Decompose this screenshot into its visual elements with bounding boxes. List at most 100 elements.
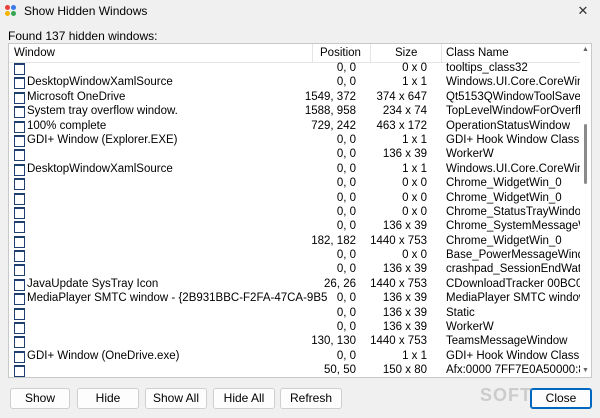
- close-icon[interactable]: ✕: [566, 0, 600, 22]
- cell-class: Chrome_StatusTrayWindow: [446, 205, 581, 218]
- table-row[interactable]: 0, 0 0 x 0 Chrome_WidgetWin_0: [9, 192, 581, 206]
- hide-all-button[interactable]: Hide All: [213, 388, 275, 409]
- cell-class: OperationStatusWindow: [446, 119, 571, 132]
- window-icon: [14, 77, 25, 90]
- table-row[interactable]: Microsoft OneDrive 1549, 372 374 x 647 Qt51…: [9, 91, 581, 105]
- cell-window: Microsoft OneDrive: [27, 90, 126, 103]
- cell-class: TopLevelWindowForOverflow...: [446, 105, 581, 118]
- cell-size: 136 x 39: [382, 263, 427, 276]
- scroll-down-icon[interactable]: ▼: [580, 365, 591, 377]
- cell-class: Windows.UI.Core.CoreWindow: [446, 162, 581, 175]
- cell-size: 136 x 39: [382, 220, 427, 233]
- cell-window: 100% complete: [27, 119, 107, 132]
- table-row[interactable]: 0, 0 0 x 0 tooltips_class32: [9, 62, 581, 76]
- window-icon: [14, 350, 25, 363]
- table-row[interactable]: DesktopWindowXamlSource 0, 0 1 x 1 Windows.…: [9, 76, 581, 90]
- window-icon: [14, 293, 25, 306]
- window-icon: [14, 307, 25, 320]
- table-row[interactable]: 0, 0 0 x 0 Chrome_StatusTrayWindow: [9, 206, 581, 220]
- list-rows: 0, 0 0 x 0 tooltips_class32 DesktopWindowXa…: [9, 62, 581, 377]
- cell-size: 1 x 1: [402, 76, 427, 89]
- cell-position: 0, 0: [336, 133, 356, 146]
- table-row[interactable]: 0, 0 0 x 0 Base_PowerMessageWindow: [9, 249, 581, 263]
- cell-class: Windows.UI.Core.CoreWindow: [446, 76, 581, 89]
- window-icon: [14, 336, 25, 349]
- cell-size: 0 x 0: [402, 205, 427, 218]
- cell-class: tooltips_class32: [446, 62, 528, 74]
- cell-position: 130, 130: [311, 335, 356, 348]
- table-row[interactable]: GDI+ Window (Explorer.EXE) 0, 0 1 x 1 GDI+ …: [9, 134, 581, 148]
- cell-size: 1 x 1: [402, 349, 427, 362]
- table-row[interactable]: 100% complete 729, 242 463 x 172 OperationS…: [9, 120, 581, 134]
- column-header-position[interactable]: Position: [320, 47, 361, 59]
- table-row[interactable]: 0, 0 136 x 39 crashpad_SessionEndWatcher: [9, 263, 581, 277]
- window-icon: [14, 365, 25, 377]
- cell-position: 0, 0: [336, 220, 356, 233]
- found-count-label: Found 137 hidden windows:: [8, 29, 158, 43]
- cell-class: MediaPlayer SMTC window -...: [446, 292, 581, 305]
- cell-position: 0, 0: [336, 263, 356, 276]
- hidden-windows-list[interactable]: Window Position Size Class Name 0, 0 0 x …: [8, 43, 592, 378]
- table-row[interactable]: 50, 50 150 x 80 Afx:0000 7FF7E0A50000:8:00…: [9, 364, 581, 377]
- window-icon: [14, 163, 25, 176]
- table-row[interactable]: 0, 0 136 x 39 Static: [9, 307, 581, 321]
- table-row[interactable]: DesktopWindowXamlSource 0, 0 1 x 1 Windows.…: [9, 163, 581, 177]
- cell-position: 0, 0: [336, 148, 356, 161]
- cell-size: 463 x 172: [376, 119, 427, 132]
- cell-position: 0, 0: [336, 76, 356, 89]
- column-header-size[interactable]: Size: [395, 47, 417, 59]
- table-row[interactable]: 0, 0 136 x 39 Chrome_SystemMessageWin...: [9, 220, 581, 234]
- cell-size: 1 x 1: [402, 133, 427, 146]
- refresh-button[interactable]: Refresh: [280, 388, 342, 409]
- table-row[interactable]: 0, 0 0 x 0 Chrome_WidgetWin_0: [9, 177, 581, 191]
- close-button[interactable]: Close: [530, 388, 592, 409]
- table-row[interactable]: 0, 0 136 x 39 WorkerW: [9, 148, 581, 162]
- table-row[interactable]: MediaPlayer SMTC window - {2B931BBC-F2FA…: [9, 292, 581, 306]
- cell-position: 26, 26: [324, 277, 356, 290]
- cell-window: DesktopWindowXamlSource: [27, 76, 173, 89]
- cell-size: 150 x 80: [382, 364, 427, 377]
- cell-size: 0 x 0: [402, 177, 427, 190]
- cell-position: 0, 0: [336, 62, 356, 74]
- cell-position: 0, 0: [336, 205, 356, 218]
- show-all-button[interactable]: Show All: [145, 388, 207, 409]
- window-title: Show Hidden Windows: [24, 4, 148, 18]
- cell-size: 1 x 1: [402, 162, 427, 175]
- cell-class: Base_PowerMessageWindow: [446, 249, 581, 262]
- window-icon: [14, 235, 25, 248]
- cell-class: Chrome_WidgetWin_0: [446, 177, 562, 190]
- window-icon: [14, 106, 25, 119]
- cell-class: Qt5153QWindowToolSaveBits: [446, 90, 581, 103]
- cell-class: Afx:0000 7FF7E0A50000:8:00...: [446, 364, 581, 377]
- cell-size: 0 x 0: [402, 191, 427, 204]
- column-header-class[interactable]: Class Name: [446, 47, 509, 59]
- window-icon: [14, 278, 25, 291]
- cell-window: GDI+ Window (Explorer.EXE): [27, 133, 178, 146]
- cell-position: 0, 0: [336, 162, 356, 175]
- scroll-up-icon[interactable]: ▲: [580, 44, 591, 56]
- window-icon: [14, 192, 25, 205]
- table-row[interactable]: 0, 0 136 x 39 WorkerW: [9, 321, 581, 335]
- column-header-window[interactable]: Window: [14, 47, 55, 59]
- table-row[interactable]: System tray overflow window. 1588, 958 234…: [9, 105, 581, 119]
- cell-class: Chrome_WidgetWin_0: [446, 191, 562, 204]
- window-icon: [14, 264, 25, 277]
- hide-button[interactable]: Hide: [77, 388, 139, 409]
- table-row[interactable]: 130, 130 1440 x 753 TeamsMessageWindow: [9, 335, 581, 349]
- table-row[interactable]: JavaUpdate SysTray Icon 26, 26 1440 x 753 C…: [9, 278, 581, 292]
- scroll-thumb[interactable]: [584, 124, 587, 184]
- window-icon: [14, 149, 25, 162]
- cell-position: 0, 0: [336, 349, 356, 362]
- cell-window: System tray overflow window.: [27, 105, 178, 118]
- cell-class: crashpad_SessionEndWatcher: [446, 263, 581, 276]
- show-button[interactable]: Show: [10, 388, 70, 409]
- table-row[interactable]: 182, 182 1440 x 753 Chrome_WidgetWin_0: [9, 235, 581, 249]
- window-icon: [14, 206, 25, 219]
- window-icon: [14, 91, 25, 104]
- cell-size: 136 x 39: [382, 321, 427, 334]
- cell-position: 50, 50: [324, 364, 356, 377]
- cell-position: 729, 242: [311, 119, 356, 132]
- cell-window: DesktopWindowXamlSource: [27, 162, 173, 175]
- table-row[interactable]: GDI+ Window (OneDrive.exe) 0, 0 1 x 1 GDI+ …: [9, 350, 581, 364]
- vertical-scrollbar[interactable]: ▲ ▼: [580, 44, 591, 377]
